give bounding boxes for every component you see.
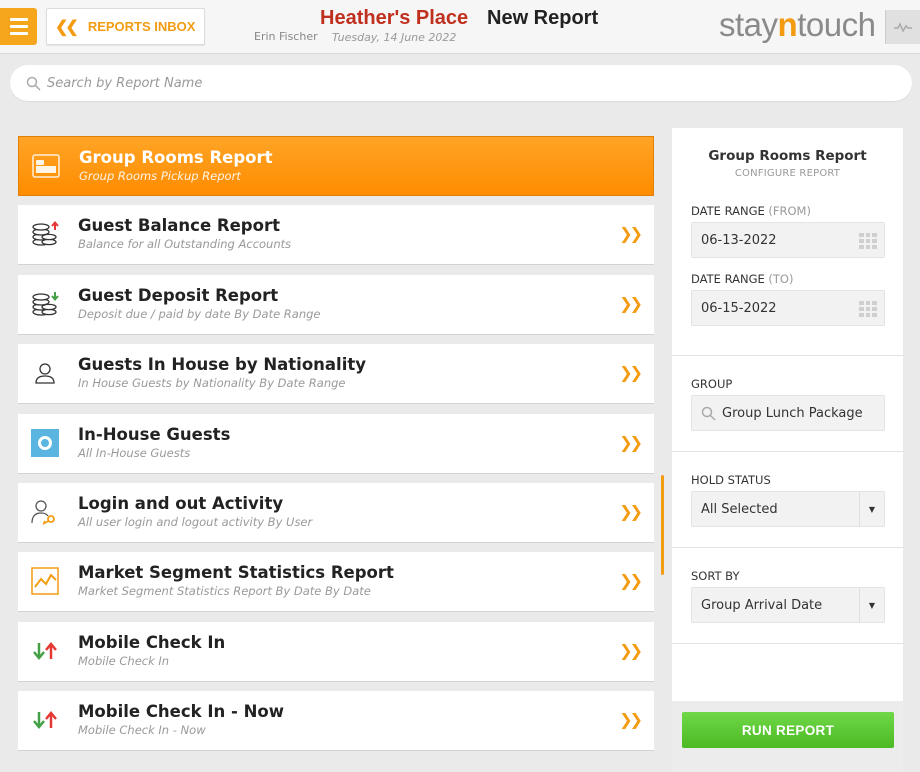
person-icon bbox=[30, 358, 60, 388]
panel-footer: RUN REPORT bbox=[672, 701, 903, 772]
stayntouch-logo: stayntouch bbox=[719, 6, 876, 43]
divider bbox=[672, 643, 903, 644]
caret-down-icon: ▼ bbox=[859, 492, 884, 526]
report-subtitle: Balance for all Outstanding Accounts bbox=[78, 237, 292, 252]
report-title: Group Rooms Report bbox=[79, 148, 273, 167]
report-search-bar[interactable] bbox=[10, 65, 912, 101]
hold-status-label: HOLD STATUS bbox=[691, 473, 771, 487]
hotel-name: Heather's Place bbox=[320, 7, 469, 29]
coins-down-icon bbox=[30, 289, 60, 319]
divider bbox=[672, 547, 903, 548]
report-subtitle: All In-House Guests bbox=[78, 445, 191, 460]
report-item[interactable]: Guest Balance Report Balance for all Outs… bbox=[18, 205, 654, 266]
double-chevron-right-icon: ❯❯ bbox=[619, 571, 643, 591]
activity-toggle-button[interactable] bbox=[885, 10, 920, 44]
double-chevron-right-icon: ❯❯ bbox=[619, 293, 643, 313]
configure-panel: Group Rooms Report CONFIGURE REPORT DATE… bbox=[672, 128, 903, 772]
report-subtitle: All user login and logout activity By Us… bbox=[78, 514, 313, 529]
menu-button[interactable] bbox=[0, 8, 37, 45]
sort-by-label: SORT BY bbox=[691, 569, 740, 583]
double-chevron-right-icon: ❯❯ bbox=[619, 501, 643, 521]
report-item[interactable]: Market Segment Statistics Report Market S… bbox=[18, 552, 654, 613]
report-subtitle: In House Guests by Nationality By Date R… bbox=[78, 376, 346, 391]
group-search-field[interactable]: Group Lunch Package bbox=[691, 395, 885, 431]
calendar-icon[interactable] bbox=[859, 301, 877, 317]
search-icon bbox=[26, 76, 41, 91]
panel-subtitle: CONFIGURE REPORT bbox=[734, 168, 841, 179]
group-label: GROUP bbox=[691, 377, 733, 391]
list-scrollbar[interactable] bbox=[661, 475, 664, 575]
divider bbox=[672, 451, 903, 452]
user-key-icon bbox=[30, 497, 60, 527]
report-subtitle: Group Rooms Pickup Report bbox=[79, 169, 241, 183]
in-house-icon bbox=[30, 428, 60, 458]
report-item[interactable]: Group Rooms Report Group Rooms Pickup Rep… bbox=[18, 136, 654, 196]
business-date: Tuesday, 14 June 2022 bbox=[332, 31, 457, 44]
report-item[interactable]: Login and out Activity All user login and… bbox=[18, 482, 654, 543]
hold-status-select[interactable]: All Selected ▼ bbox=[691, 491, 885, 527]
report-title: Login and out Activity bbox=[78, 493, 284, 513]
reports-inbox-button[interactable]: ❮❮ REPORTS INBOX bbox=[46, 8, 205, 45]
report-subtitle: Mobile Check In - Now bbox=[78, 723, 206, 738]
report-item[interactable]: Mobile Check In - Now Mobile Check In - N… bbox=[18, 691, 654, 752]
double-chevron-right-icon: ❯❯ bbox=[619, 363, 643, 383]
report-item[interactable]: Mobile Check In Mobile Check In ❯❯ bbox=[18, 621, 654, 682]
report-subtitle: Mobile Check In bbox=[78, 653, 170, 668]
date-to-field[interactable]: 06-15-2022 bbox=[691, 290, 885, 326]
double-chevron-left-icon: ❮❮ bbox=[55, 18, 79, 36]
caret-down-icon: ▼ bbox=[859, 588, 884, 622]
report-item[interactable]: Guests In House by Nationality In House G… bbox=[18, 344, 654, 405]
double-chevron-right-icon: ❯❯ bbox=[619, 640, 643, 660]
run-report-button[interactable]: RUN REPORT bbox=[682, 712, 894, 748]
date-from-field[interactable]: 06-13-2022 bbox=[691, 222, 885, 258]
double-chevron-right-icon: ❯❯ bbox=[619, 710, 643, 730]
chart-icon bbox=[30, 566, 60, 596]
divider bbox=[672, 355, 903, 356]
panel-title: Group Rooms Report bbox=[708, 148, 867, 164]
pulse-icon bbox=[894, 22, 912, 33]
report-list: Group Rooms Report Group Rooms Pickup Rep… bbox=[18, 136, 654, 761]
report-item[interactable]: In-House Guests All In-House Guests ❯❯ bbox=[18, 413, 654, 474]
double-chevron-right-icon: ❯❯ bbox=[619, 224, 643, 244]
report-item[interactable]: Guest Deposit Report Deposit due / paid b… bbox=[18, 274, 654, 335]
arrows-icon bbox=[30, 636, 60, 666]
report-title: Mobile Check In - Now bbox=[78, 702, 284, 722]
user-name: Erin Fischer bbox=[254, 30, 318, 43]
report-title: Market Segment Statistics Report bbox=[78, 563, 394, 583]
report-title: Guest Balance Report bbox=[78, 216, 280, 236]
page-title: New Report bbox=[487, 7, 599, 29]
date-from-label: DATE RANGE (FROM) bbox=[691, 204, 811, 218]
top-bar: ❮❮ REPORTS INBOX Heather's Place New Rep… bbox=[0, 0, 920, 54]
report-subtitle: Deposit due / paid by date By Date Range bbox=[78, 306, 321, 321]
report-title: Guests In House by Nationality bbox=[78, 355, 367, 375]
search-icon bbox=[701, 406, 716, 421]
report-subtitle: Market Segment Statistics Report By Date… bbox=[78, 584, 371, 599]
arrows-icon bbox=[30, 705, 60, 735]
menu-icon bbox=[9, 18, 28, 21]
reports-inbox-label: REPORTS INBOX bbox=[87, 19, 196, 34]
report-title: Guest Deposit Report bbox=[78, 285, 279, 305]
double-chevron-right-icon: ❯❯ bbox=[619, 432, 643, 452]
calendar-icon[interactable] bbox=[859, 233, 877, 249]
report-title: In-House Guests bbox=[78, 424, 231, 444]
report-title: Mobile Check In bbox=[78, 632, 226, 652]
sort-by-select[interactable]: Group Arrival Date ▼ bbox=[691, 587, 885, 623]
bed-icon bbox=[31, 151, 61, 181]
date-to-label: DATE RANGE (TO) bbox=[691, 272, 794, 286]
coins-up-icon bbox=[30, 219, 60, 249]
search-input[interactable] bbox=[47, 75, 847, 91]
